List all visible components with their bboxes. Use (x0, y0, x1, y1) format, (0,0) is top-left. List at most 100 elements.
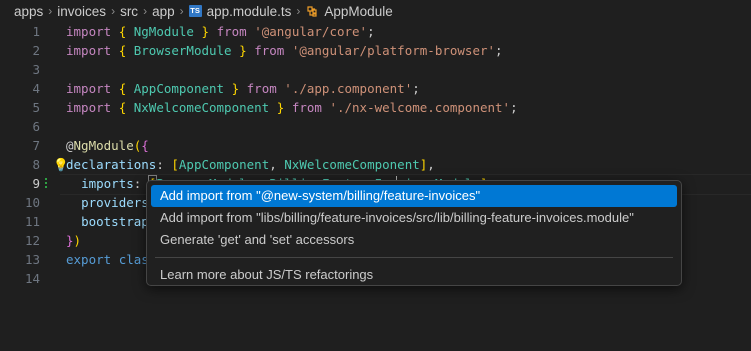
code-line[interactable]: 4 import { AppComponent } from './app.com… (0, 79, 751, 98)
code-token: , (269, 157, 285, 172)
code-token: NxWelcomeComponent (133, 100, 270, 115)
code-text[interactable]: import { NxWelcomeComponent } from './nx… (66, 98, 518, 117)
breadcrumb-item-file[interactable]: app.module.ts (207, 4, 292, 19)
breadcrumb-item-src[interactable]: src (120, 4, 138, 19)
breadcrumb-separator: › (111, 4, 116, 18)
code-token: : (156, 157, 172, 172)
code-token: './app.component' (284, 81, 413, 96)
line-number: 6 (32, 119, 40, 134)
line-number: 13 (24, 252, 40, 267)
line-number: 8 (32, 157, 40, 172)
code-token: [ (171, 157, 179, 172)
code-text[interactable]: import { BrowserModule } from '@angular/… (66, 41, 503, 60)
code-token: './nx-welcome.component' (329, 100, 511, 115)
breadcrumb-separator: › (48, 4, 53, 18)
code-line[interactable]: 1 import { NgModule } from '@angular/core… (0, 22, 751, 41)
code-token: @ (66, 138, 74, 153)
quick-fix-generate-accessors[interactable]: Generate 'get' and 'set' accessors (151, 229, 677, 251)
code-token: from (291, 100, 322, 115)
quick-fix-menu: Add import from "@new-system/billing/fea… (146, 180, 682, 286)
code-token: } (66, 233, 74, 248)
line-number: 1 (32, 24, 40, 39)
line-number: 7 (32, 138, 40, 153)
code-token: } (239, 43, 247, 58)
code-token: ; (510, 100, 518, 115)
code-token: providers (81, 195, 149, 210)
code-line[interactable]: 6 (0, 117, 751, 136)
code-text[interactable]: import { AppComponent } from './app.comp… (66, 79, 420, 98)
class-symbol-icon (307, 6, 318, 17)
breadcrumb-separator: › (143, 4, 148, 18)
quick-fix-learn-more[interactable]: Learn more about JS/TS refactorings (151, 264, 677, 286)
code-token: NgModule (133, 24, 194, 39)
code-token: import (66, 100, 112, 115)
code-token: NgModule (73, 138, 134, 153)
line-number: 4 (32, 81, 40, 96)
code-text[interactable]: }) (66, 231, 81, 250)
code-token: declarations (66, 157, 157, 172)
breadcrumb-item-app[interactable]: app (152, 4, 175, 19)
code-token: '@angular/platform-browser' (291, 43, 496, 58)
code-text[interactable]: import { NgModule } from '@angular/core'… (66, 22, 375, 41)
breadcrumb-item-apps[interactable]: apps (14, 4, 43, 19)
line-number: 3 (32, 62, 40, 77)
code-token: export (66, 252, 112, 267)
code-token: AppComponent (133, 81, 225, 96)
code-token: } (231, 81, 240, 96)
code-token: , (427, 157, 435, 172)
code-token: } (201, 24, 210, 39)
breadcrumb-item-symbol[interactable]: AppModule (324, 4, 392, 19)
code-token: imports (81, 176, 134, 191)
line-number: 9 (32, 176, 40, 191)
menu-divider (155, 257, 673, 258)
code-token: from (254, 43, 285, 58)
code-token: ) (73, 233, 82, 248)
code-text[interactable]: 💡declarations: [AppComponent, NxWelcomeC… (53, 155, 435, 174)
code-line[interactable]: 7 @NgModule({ (0, 136, 751, 155)
lightbulb-icon[interactable]: 💡 (53, 155, 69, 174)
quick-fix-add-import-path[interactable]: Add import from "libs/billing/feature-in… (151, 207, 677, 229)
code-line[interactable]: 2 import { BrowserModule } from '@angular… (0, 41, 751, 60)
code-line[interactable]: 8 💡declarations: [AppComponent, NxWelcome… (0, 155, 751, 174)
quick-fix-add-import-alias[interactable]: Add import from "@new-system/billing/fea… (151, 185, 677, 207)
code-token: bootstrap (81, 214, 149, 229)
code-token: '@angular/core' (254, 24, 368, 39)
breadcrumb: apps › invoices › src › app › TS app.mod… (0, 0, 751, 22)
breadcrumb-item-invoices[interactable]: invoices (57, 4, 106, 19)
line-number: 11 (24, 214, 40, 229)
code-token: import (66, 43, 112, 58)
code-text[interactable]: @NgModule({ (66, 136, 149, 155)
code-token: from (246, 81, 277, 96)
code-token: ; (495, 43, 503, 58)
code-line[interactable]: 3 (0, 60, 751, 79)
code-token: { (141, 138, 149, 153)
code-token: ; (367, 24, 375, 39)
code-token: import (66, 24, 112, 39)
code-token: import (66, 81, 112, 96)
code-token: AppComponent (178, 157, 270, 172)
code-line[interactable]: 5 import { NxWelcomeComponent } from './n… (0, 98, 751, 117)
breadcrumb-separator: › (179, 4, 184, 18)
line-number: 12 (24, 233, 40, 248)
modified-line-indicator (45, 178, 47, 190)
code-token: NxWelcomeComponent (284, 157, 420, 172)
